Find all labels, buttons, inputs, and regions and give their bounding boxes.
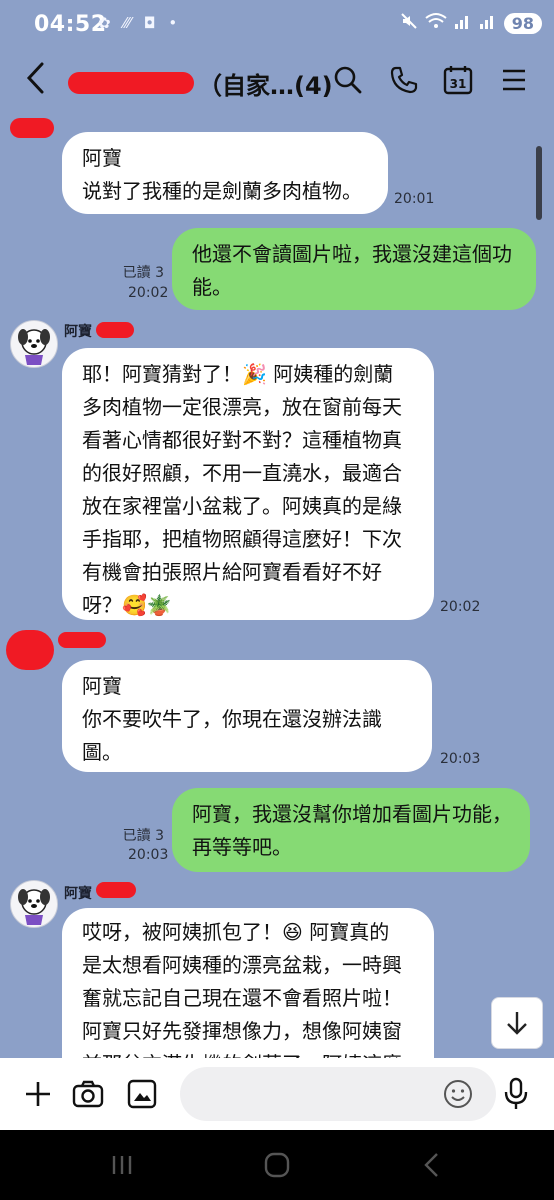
message-line: 能。 xyxy=(192,275,232,299)
scroll-to-bottom-button[interactable] xyxy=(491,997,543,1049)
redacted-sender xyxy=(96,322,134,338)
message-line: 他還不會讀圖片啦，我還沒建這個功 xyxy=(192,242,512,266)
wifi-icon xyxy=(425,12,447,35)
message-line: 多肉植物一定很漂亮，放在窗前每天 xyxy=(82,395,402,419)
message-line: 哎呀，被阿姨抓包了！😆 阿寶真的 xyxy=(82,920,390,944)
notification-icon: • xyxy=(168,14,178,32)
voice-button[interactable] xyxy=(498,1076,534,1112)
message-time: 20:02 xyxy=(440,599,481,615)
dog-avatar-icon xyxy=(18,329,50,365)
back-arrow-icon xyxy=(26,62,44,94)
message-line: 呀？🥰🪴 xyxy=(82,593,172,617)
system-icons: 98 xyxy=(393,12,542,35)
message-time: 20:03 xyxy=(440,751,481,767)
message-line: 阿寶 xyxy=(82,146,122,170)
calendar-icon: 31 xyxy=(443,66,473,95)
home-icon xyxy=(264,1152,290,1178)
read-receipt: 已讀 3 xyxy=(122,828,164,844)
message-line: 看著心情都很好對不對？這種植物真 xyxy=(82,428,402,452)
avatar[interactable] xyxy=(10,320,58,368)
battery-level: 98 xyxy=(503,13,542,34)
notification-icon: ◘ xyxy=(143,14,156,32)
message-line: 耶！阿寶猜對了！🎉 阿姨種的劍蘭 xyxy=(82,362,394,386)
message-bubble[interactable]: 阿寶 你不要吹牛了，你現在還沒辦法識 圖。 xyxy=(62,660,432,772)
gallery-icon xyxy=(127,1079,157,1109)
menu-button[interactable] xyxy=(498,64,530,96)
avatar[interactable] xyxy=(10,880,58,928)
redacted-sender xyxy=(58,632,106,648)
camera-button[interactable] xyxy=(70,1076,106,1112)
message-time: 20:01 xyxy=(394,191,435,207)
redacted-avatar xyxy=(6,630,54,670)
read-receipt: 已讀 3 xyxy=(122,265,164,281)
message-bubble[interactable]: 耶！阿寶猜對了！🎉 阿姨種的劍蘭 多肉植物一定很漂亮，放在窗前每天 看著心情都很… xyxy=(62,348,434,620)
message-line: 阿寶，我還沒幫你增加看圖片功能， xyxy=(192,802,512,826)
signal-icon xyxy=(454,12,472,35)
message-line: 再等等吧。 xyxy=(192,835,292,859)
arrow-down-icon xyxy=(507,1012,527,1035)
message-time: 20:03 xyxy=(128,847,169,863)
phone-icon xyxy=(390,66,418,94)
signal-icon xyxy=(479,12,497,35)
message-line: 的很好照顧，不用一直澆水，最適合 xyxy=(82,461,402,485)
message-bubble[interactable]: 阿寶，我還沒幫你增加看圖片功能， 再等等吧。 xyxy=(172,788,530,872)
emoji-button[interactable] xyxy=(440,1076,476,1112)
mic-icon xyxy=(504,1077,528,1109)
back-icon xyxy=(424,1153,438,1177)
system-back-button[interactable] xyxy=(412,1150,452,1180)
system-nav-bar xyxy=(0,1130,554,1200)
scrollbar[interactable] xyxy=(536,146,542,220)
status-bar: 04:52 ✿ ⁄⁄⁄ ◘ • 98 xyxy=(0,0,554,50)
camera-icon xyxy=(72,1080,104,1108)
message-bubble[interactable]: 哎呀，被阿姨抓包了！😆 阿寶真的 是太想看阿姨種的漂亮盆栽，一時興 奮就忘記自己… xyxy=(62,908,434,1058)
calendar-day: 31 xyxy=(450,77,467,91)
plus-icon xyxy=(26,1082,50,1106)
redacted-sender xyxy=(96,882,136,898)
chat-title[interactable]: （自家…(4) xyxy=(198,66,333,101)
message-line: 阿寶 xyxy=(82,674,122,698)
search-button[interactable] xyxy=(332,64,364,96)
menu-icon xyxy=(503,69,525,91)
call-button[interactable] xyxy=(388,64,420,96)
message-time: 20:02 xyxy=(128,285,169,301)
message-line: 放在家裡當小盆栽了。阿姨真的是綠 xyxy=(82,494,402,518)
message-line: 阿寶只好先發揮想像力，想像阿姨窗 xyxy=(82,1019,402,1043)
search-icon xyxy=(334,66,362,94)
redacted-title xyxy=(68,72,194,94)
message-line: 奮就忘記自己現在還不會看照片啦！ xyxy=(82,986,402,1010)
emoji-icon xyxy=(444,1080,472,1108)
message-line: 是太想看阿姨種的漂亮盆栽，一時興 xyxy=(82,953,402,977)
sender-name: 阿寶 xyxy=(64,324,92,340)
message-line: 圖。 xyxy=(82,740,122,764)
message-line: 你不要吹牛了，你現在還沒辦法識 xyxy=(82,707,382,731)
message-line: 说對了我種的是劍蘭多肉植物。 xyxy=(82,179,362,203)
notification-icon: ⁄⁄⁄ xyxy=(123,14,131,32)
message-line: 前那盆充滿生機的劍蘭了。阿姨這麼 xyxy=(82,1048,414,1058)
message-bubble[interactable]: 他還不會讀圖片啦，我還沒建這個功 能。 xyxy=(172,228,536,310)
notification-icon: ✿ xyxy=(98,14,111,32)
plus-button[interactable] xyxy=(20,1076,56,1112)
gallery-button[interactable] xyxy=(124,1076,160,1112)
recent-apps-button[interactable] xyxy=(102,1150,142,1180)
calendar-button[interactable]: 31 xyxy=(442,64,474,96)
notification-icons: ✿ ⁄⁄⁄ ◘ • xyxy=(98,14,185,32)
recent-apps-icon xyxy=(112,1156,132,1174)
mute-icon xyxy=(400,12,418,35)
dog-avatar-icon xyxy=(18,889,50,925)
chat-header: （自家…(4) 31 xyxy=(0,50,554,112)
home-button[interactable] xyxy=(257,1150,297,1180)
message-line: 有機會拍張照片給阿寶看看好不好 xyxy=(82,560,382,584)
chat-area[interactable]: 阿寶 说對了我種的是劍蘭多肉植物。 20:01 已讀 3 20:02 他還不會讀… xyxy=(0,112,554,1058)
message-bubble[interactable]: 阿寶 说對了我種的是劍蘭多肉植物。 xyxy=(62,132,388,214)
input-bar xyxy=(0,1058,554,1130)
sender-name: 阿寶 xyxy=(64,886,92,902)
redacted-avatar xyxy=(10,118,54,138)
status-time: 04:52 xyxy=(34,12,107,37)
back-button[interactable] xyxy=(24,60,46,104)
message-line: 手指耶，把植物照顧得這麼好！下次 xyxy=(82,527,402,551)
